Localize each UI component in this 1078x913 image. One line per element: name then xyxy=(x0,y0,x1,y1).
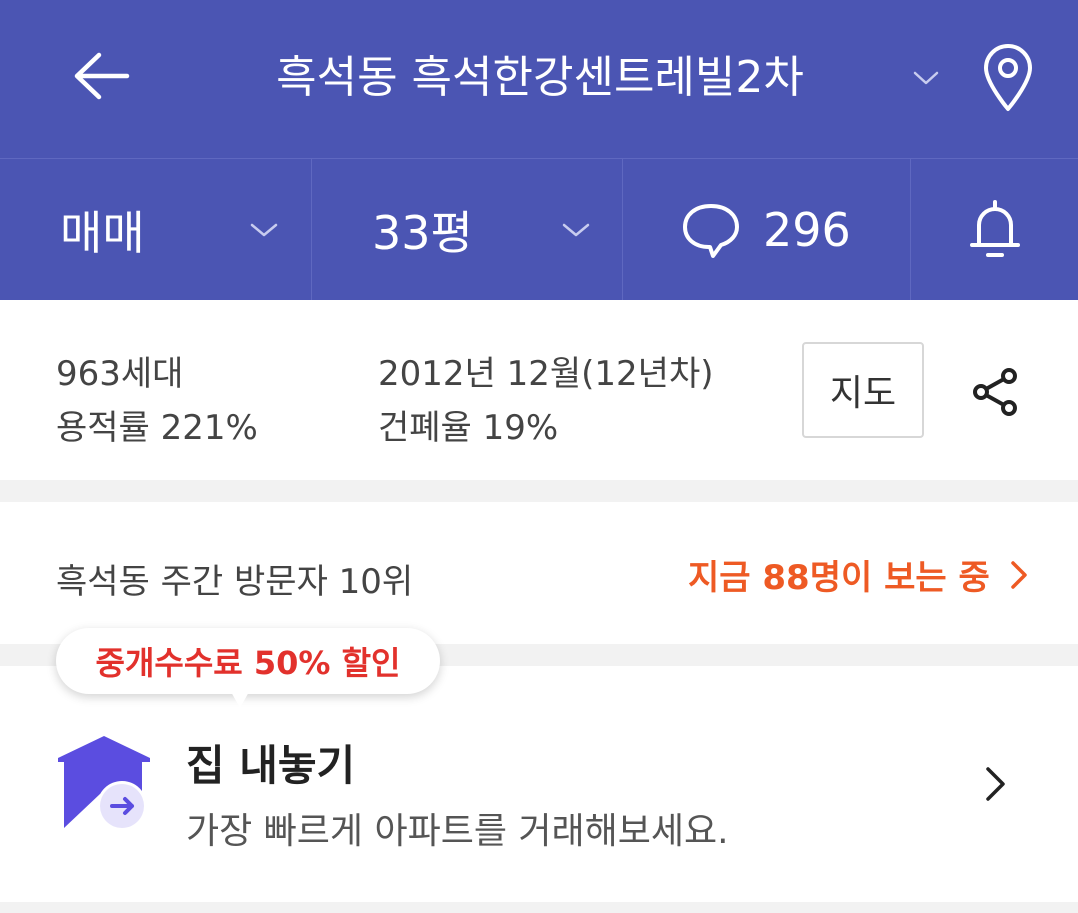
live-viewers-link[interactable]: 지금 88명이 보는 중 xyxy=(688,550,1034,599)
built-date-text: 2012년 12월(12년차) xyxy=(378,354,714,394)
households-text: 963세대 xyxy=(56,354,184,394)
list-house-title: 집 내놓기 xyxy=(186,741,356,790)
map-button[interactable]: 지도 xyxy=(802,342,924,438)
trade-type-dropdown[interactable]: 매매 xyxy=(0,159,311,301)
list-house-subtitle: 가장 빠르게 아파트를 거래해보세요. xyxy=(186,811,729,852)
chevron-down-icon xyxy=(250,223,278,237)
trade-type-label: 매매 xyxy=(60,206,145,260)
visitor-rank-banner: 흑석동 주간 방문자 10위 지금 88명이 보는 중 xyxy=(0,502,1078,644)
page-title: 흑석동 흑석한강센트레빌2차 xyxy=(276,52,804,103)
chevron-down-icon xyxy=(562,223,590,237)
coverage-ratio-text: 건폐율 19% xyxy=(378,408,559,448)
area-label: 33평 xyxy=(372,206,473,260)
alarm-button[interactable] xyxy=(911,159,1078,301)
list-house-card[interactable]: 집 내놓기 가장 빠르게 아파트를 거래해보세요. xyxy=(0,666,1078,902)
chevron-right-icon xyxy=(986,767,1005,801)
floor-area-ratio-text: 용적률 221% xyxy=(56,408,258,448)
arrow-left-icon xyxy=(74,52,130,100)
title-dropdown-button[interactable] xyxy=(906,60,946,96)
chevron-right-icon xyxy=(1011,560,1027,589)
filter-bar: 매매 33평 296 xyxy=(0,158,1078,301)
house-arrow-icon xyxy=(58,736,150,831)
comments-button[interactable]: 296 xyxy=(623,159,910,301)
location-pin-icon xyxy=(984,44,1032,111)
live-viewers-label: 지금 88명이 보는 중 xyxy=(688,558,990,598)
share-icon xyxy=(973,368,1017,416)
complex-info: 963세대 용적률 221% 2012년 12월(12년차) 건폐율 19% 지… xyxy=(0,300,1078,480)
comment-count: 296 xyxy=(763,203,851,257)
badge-tail xyxy=(230,690,250,708)
bell-icon xyxy=(969,200,1020,257)
commission-discount-label: 중개수수료 50% 할인 xyxy=(95,644,401,682)
area-dropdown[interactable]: 33평 xyxy=(312,159,622,301)
app-header: 흑석동 흑석한강센트레빌2차 xyxy=(0,0,1078,158)
visitor-rank-text: 흑석동 주간 방문자 10위 xyxy=(56,562,414,602)
back-button[interactable] xyxy=(66,44,136,108)
speech-bubble-icon xyxy=(683,204,739,258)
chevron-down-icon xyxy=(913,71,939,85)
share-button[interactable] xyxy=(966,362,1026,422)
commission-discount-badge: 중개수수료 50% 할인 xyxy=(56,628,440,694)
location-button[interactable] xyxy=(976,40,1040,116)
